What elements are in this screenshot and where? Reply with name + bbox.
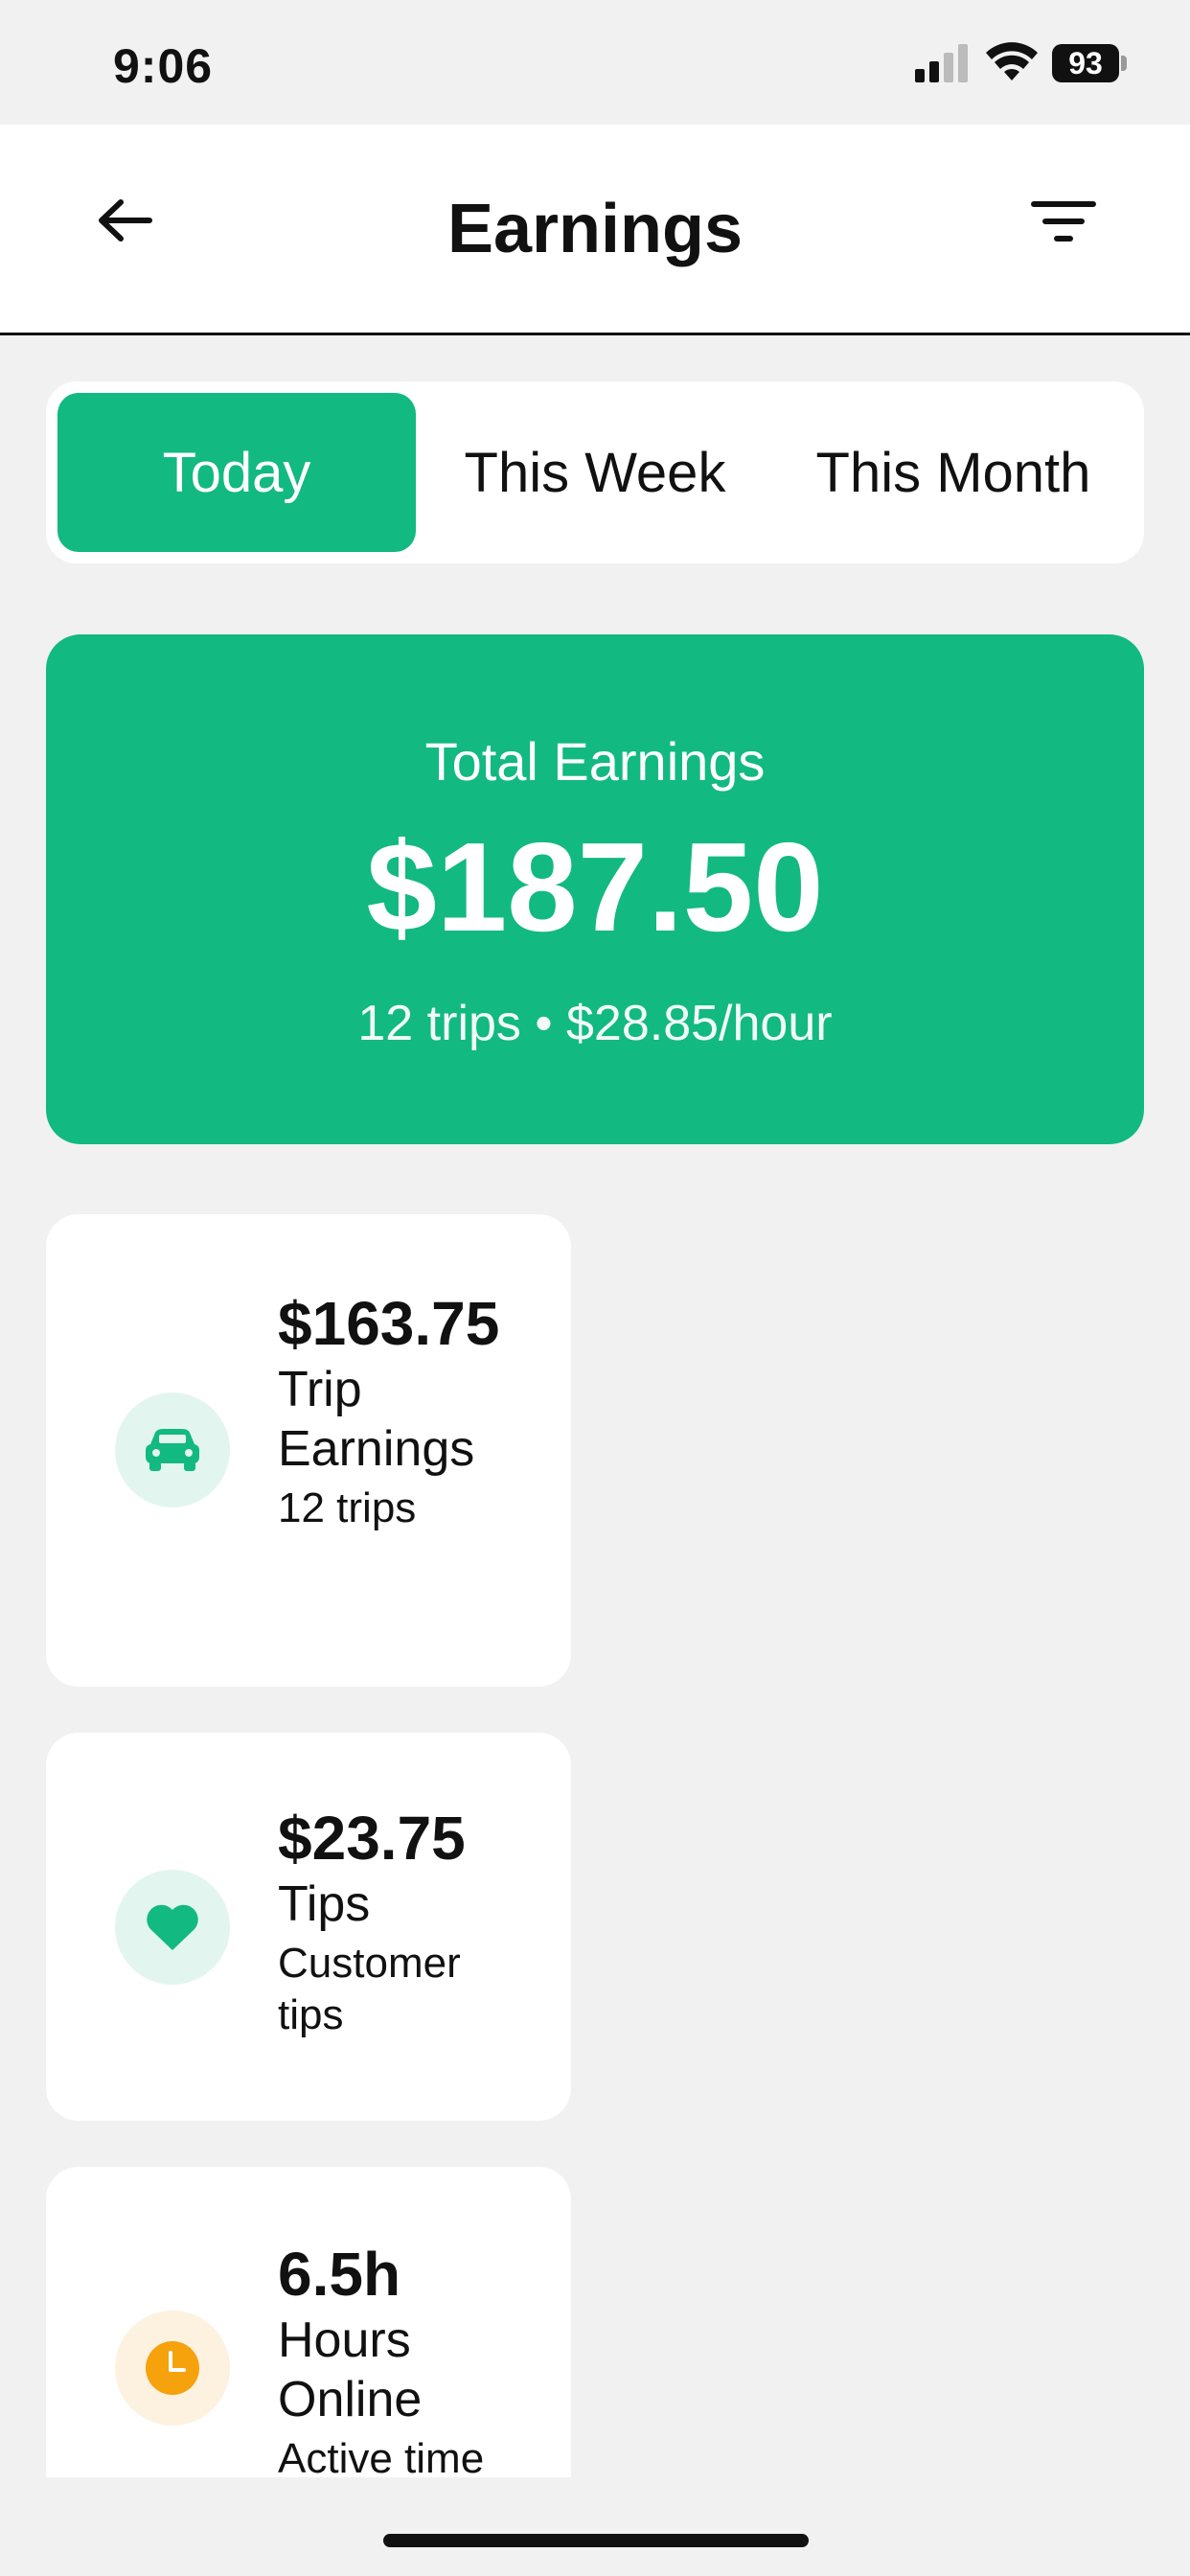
stat-value: $23.75 [278,1804,466,1873]
stat-label: Hours Online [278,2312,423,2427]
stat-sub: 12 trips [278,1484,417,1531]
home-indicator [383,2534,809,2547]
stat-card-hours-online[interactable]: 6.5h Hours Online Active time [46,2167,571,2477]
stat-sub: Active time [278,2435,485,2477]
stat-label: Tips [278,1876,371,1932]
heart-icon [115,1870,230,1985]
stat-text: $163.75 Trip Earnings 12 trips [278,1287,537,1534]
stat-text: 6.5h Hours Online Active time [278,2238,537,2477]
stat-value: $163.75 [278,1289,500,1358]
stats-list: $163.75 Trip Earnings 12 trips $23.75 Ti… [0,0,1190,2477]
car-icon [115,1392,230,1507]
clock-icon [115,2311,230,2426]
stat-card-trip-earnings[interactable]: $163.75 Trip Earnings 12 trips [46,1214,571,1687]
earnings-screen: 9:06 93 Earnings Today This Week This Mo… [0,0,1190,2576]
stat-text: $23.75 Tips Customer tips [278,1802,537,2041]
stat-label: Trip Earnings [278,1362,475,1477]
stat-card-tips[interactable]: $23.75 Tips Customer tips [46,1733,571,2121]
stat-value: 6.5h [278,2240,401,2309]
stat-sub: Customer tips [278,1940,461,2038]
